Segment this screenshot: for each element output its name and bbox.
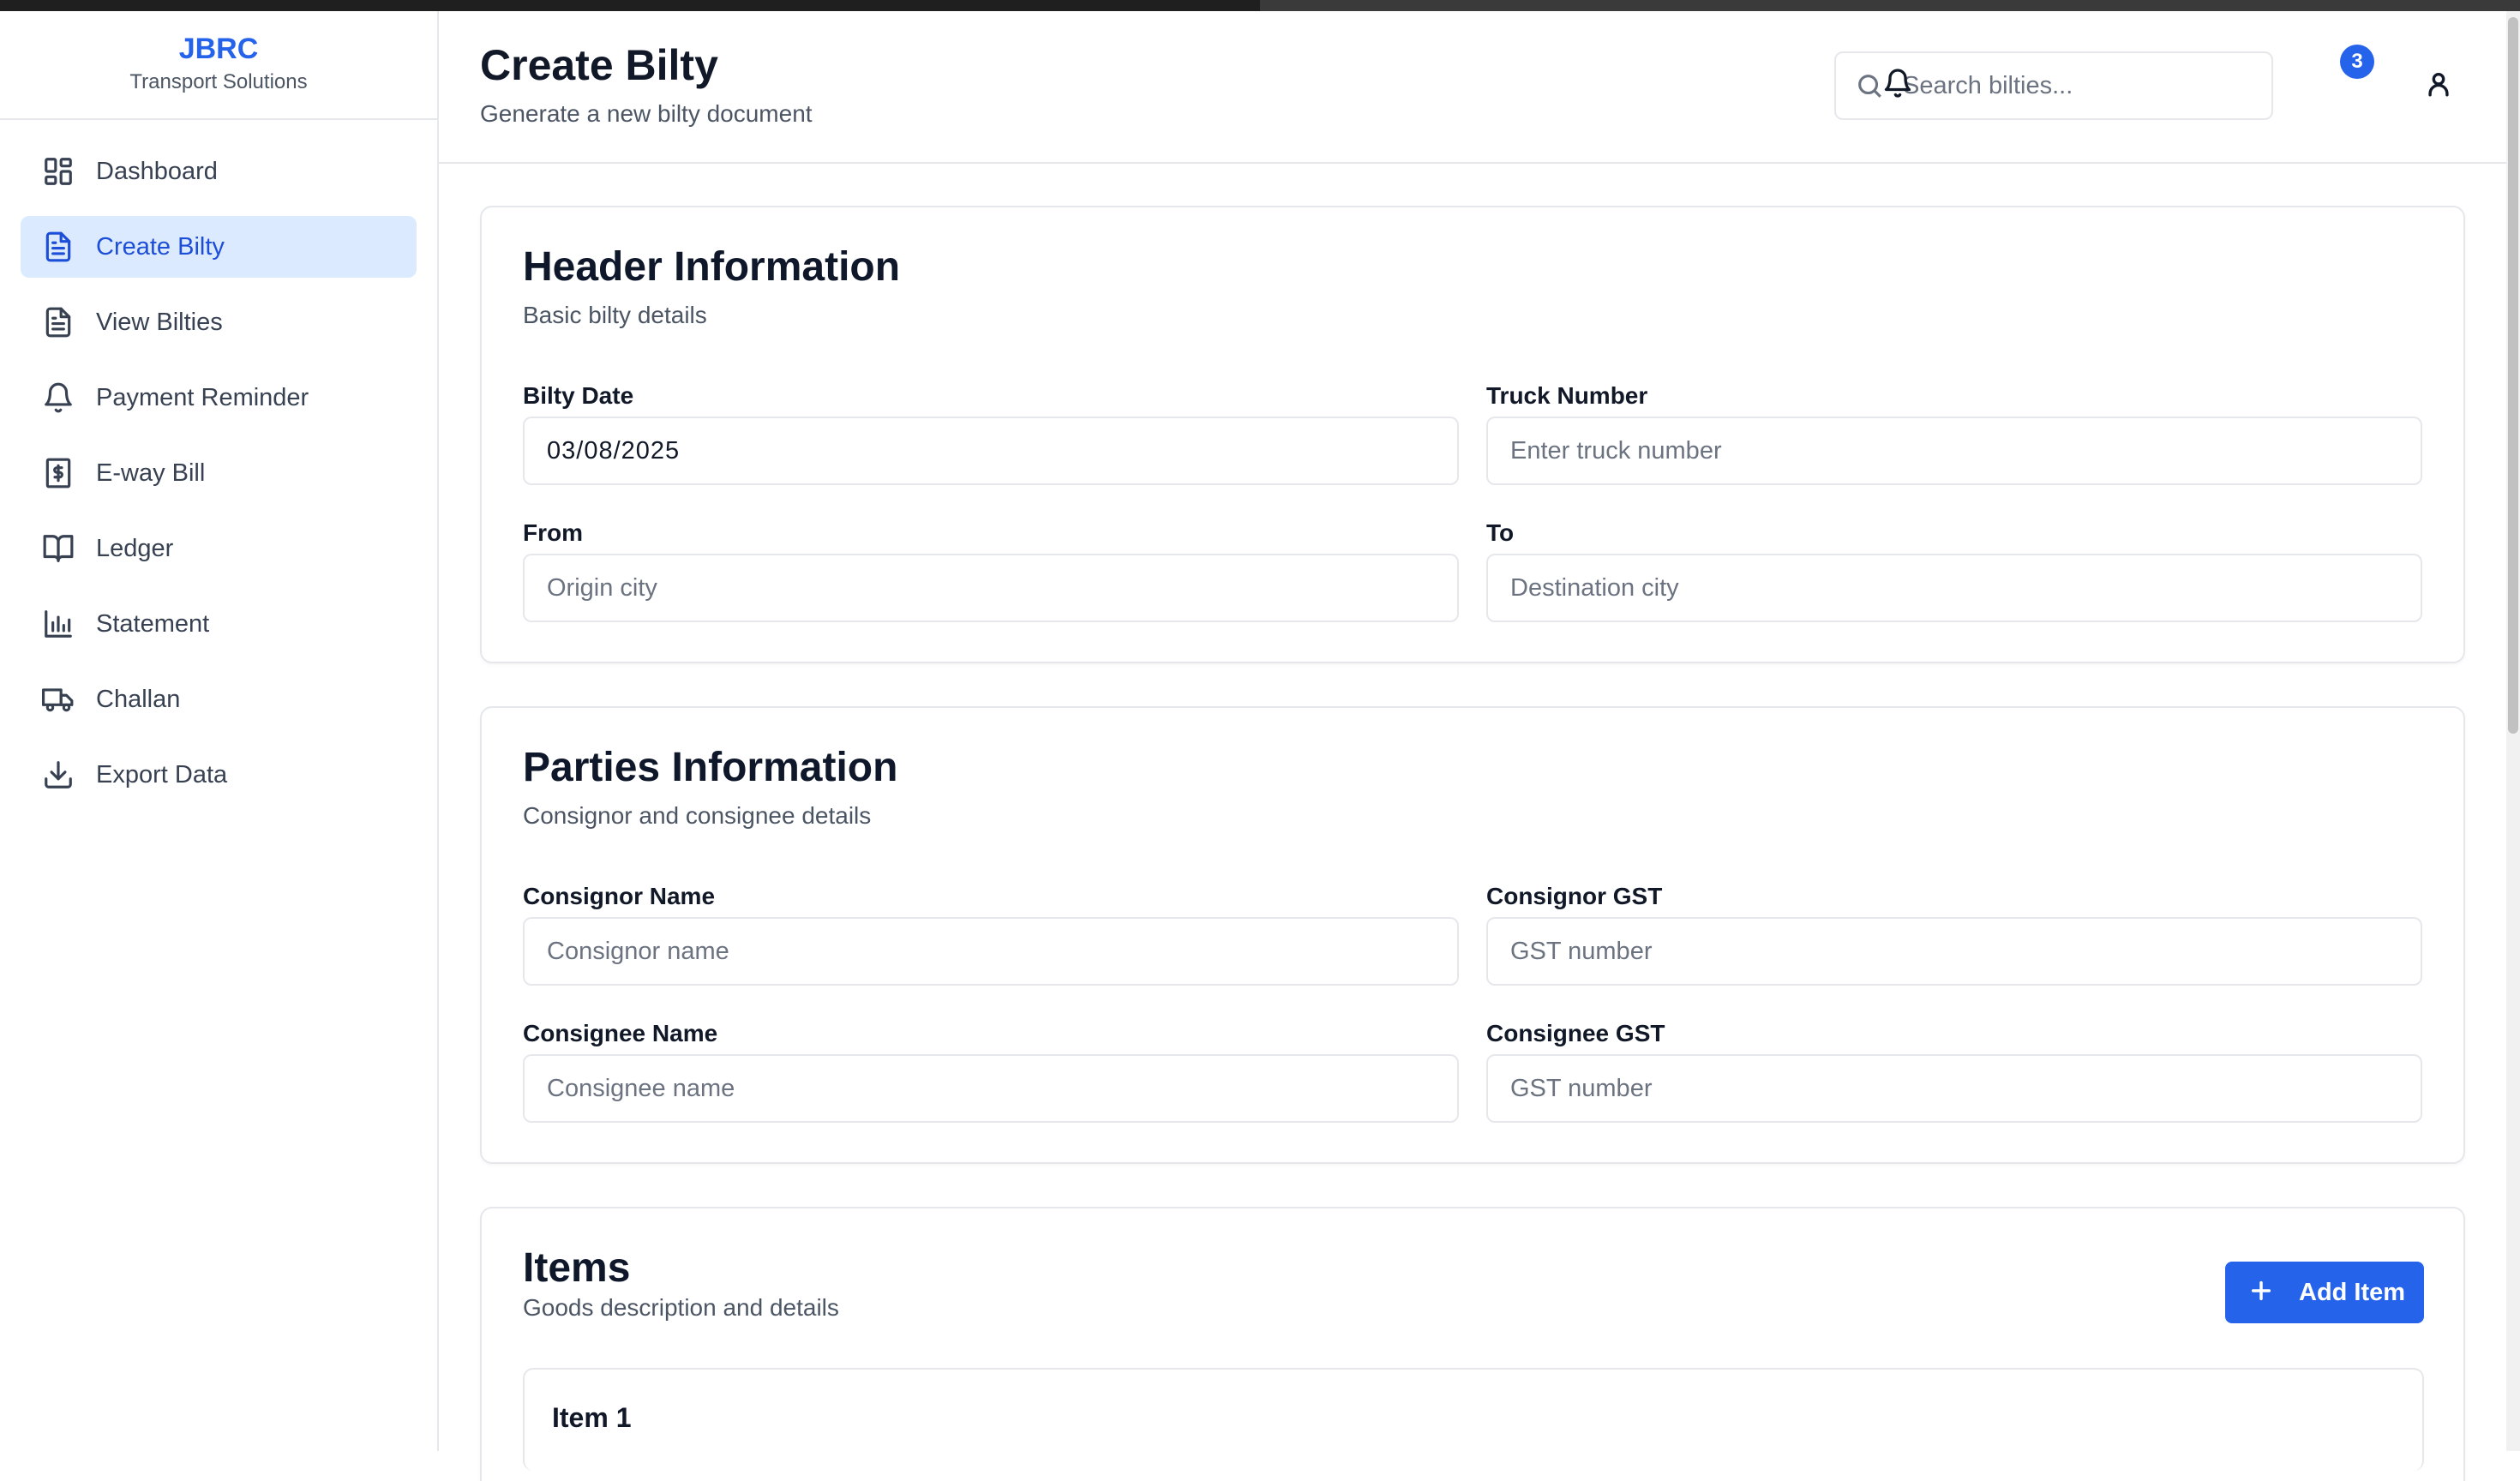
bar-chart-icon [41, 607, 75, 641]
add-item-button[interactable]: Add Item [2225, 1262, 2424, 1323]
consignor-name-input[interactable] [523, 917, 1459, 986]
section-title: Items [523, 1245, 631, 1291]
page-subtitle: Generate a new bilty document [480, 100, 813, 127]
file-text-icon [41, 305, 75, 339]
to-input[interactable] [1486, 554, 2422, 622]
page-header: Create Bilty Generate a new bilty docume… [439, 11, 2506, 164]
sidebar-item-label: E-way Bill [96, 459, 206, 487]
consignee-gst-label: Consignee GST [1486, 1020, 1665, 1046]
page-title: Create Bilty [480, 41, 718, 89]
consignee-name-input[interactable] [523, 1054, 1459, 1123]
notification-badge: 3 [2340, 45, 2374, 79]
header-information-card: Header Information Basic bilty details B… [480, 206, 2465, 663]
sidebar-item-create-bilty[interactable]: Create Bilty [21, 216, 417, 278]
bell-icon [1884, 69, 1911, 98]
section-subtitle: Goods description and details [523, 1294, 839, 1321]
receipt-icon [41, 456, 75, 490]
to-label: To [1486, 519, 1515, 546]
consignee-gst-input[interactable] [1486, 1054, 2422, 1123]
book-open-icon [41, 531, 75, 566]
section-subtitle: Consignor and consignee details [523, 802, 872, 829]
search-icon [1855, 71, 1884, 100]
parties-information-card: Parties Information Consignor and consig… [480, 706, 2465, 1164]
section-title: Header Information [523, 244, 901, 290]
sidebar-item-statement[interactable]: Statement [21, 593, 417, 655]
bilty-date-label: Bilty Date [523, 382, 634, 409]
sidebar: JBRC Transport Solutions Dashboard Creat… [0, 11, 439, 1451]
section-subtitle: Basic bilty details [523, 302, 707, 328]
browser-top-strip [0, 0, 2520, 11]
brand-subtitle: Transport Solutions [129, 69, 308, 93]
bell-icon [41, 381, 75, 415]
sidebar-item-challan[interactable]: Challan [21, 669, 417, 730]
sidebar-item-label: Create Bilty [96, 232, 225, 261]
sidebar-item-label: Ledger [96, 534, 174, 562]
consignor-gst-label: Consignor GST [1486, 883, 1663, 909]
sidebar-nav: Dashboard Create Bilty View Bilties Paym… [0, 120, 437, 806]
items-card: Items Goods description and details Add … [480, 1207, 2465, 1481]
sidebar-item-label: Payment Reminder [96, 383, 309, 411]
from-label: From [523, 519, 583, 546]
add-item-label: Add Item [2299, 1278, 2406, 1306]
from-input[interactable] [523, 554, 1459, 622]
notifications-button[interactable] [1882, 68, 1917, 102]
sidebar-item-export-data[interactable]: Export Data [21, 744, 417, 806]
download-icon [41, 758, 75, 792]
dashboard-icon [41, 154, 75, 189]
item-card: Item 1 [523, 1368, 2424, 1471]
consignor-gst-input[interactable] [1486, 917, 2422, 986]
sidebar-item-label: Statement [96, 609, 210, 638]
section-title: Parties Information [523, 745, 898, 790]
brand: JBRC Transport Solutions [0, 11, 437, 120]
user-menu-button[interactable] [2424, 69, 2458, 104]
scrollbar-thumb[interactable] [2508, 17, 2518, 734]
brand-name[interactable]: JBRC [179, 32, 259, 66]
item-title: Item 1 [552, 1402, 632, 1433]
sidebar-item-ledger[interactable]: Ledger [21, 518, 417, 579]
consignor-name-label: Consignor Name [523, 883, 716, 909]
truck-number-label: Truck Number [1486, 382, 1648, 409]
search-input[interactable] [1903, 71, 2246, 100]
sidebar-item-payment-reminder[interactable]: Payment Reminder [21, 367, 417, 429]
sidebar-item-label: Challan [96, 685, 181, 713]
sidebar-item-label: View Bilties [96, 308, 223, 336]
user-icon [2428, 72, 2449, 97]
sidebar-item-view-bilties[interactable]: View Bilties [21, 291, 417, 353]
sidebar-item-dashboard[interactable]: Dashboard [21, 141, 417, 202]
bilty-date-input[interactable] [523, 417, 1459, 485]
file-text-icon [41, 230, 75, 264]
sidebar-item-label: Dashboard [96, 157, 218, 185]
truck-number-input[interactable] [1486, 417, 2422, 485]
plus-icon [2246, 1277, 2277, 1308]
truck-icon [41, 682, 75, 717]
consignee-name-label: Consignee Name [523, 1020, 718, 1046]
sidebar-item-label: Export Data [96, 760, 228, 788]
sidebar-item-e-way-bill[interactable]: E-way Bill [21, 442, 417, 504]
